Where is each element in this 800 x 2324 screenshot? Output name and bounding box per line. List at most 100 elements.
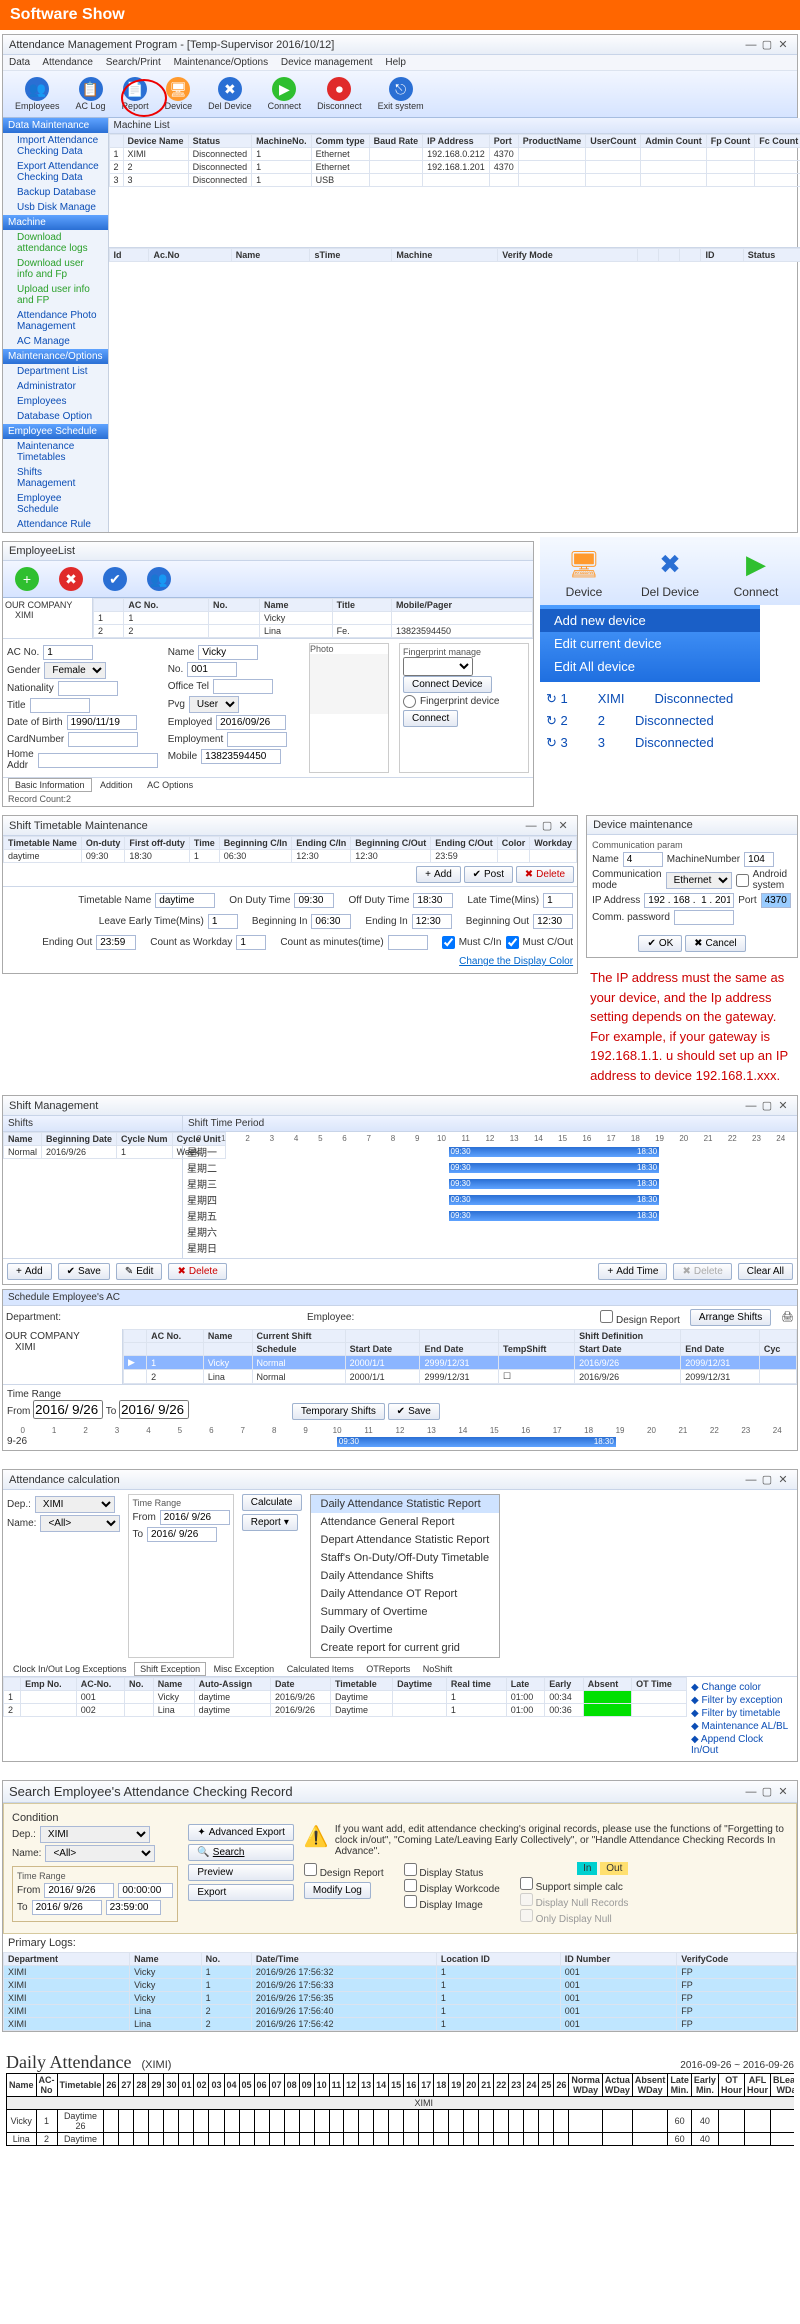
col-header[interactable]: VerifyCode [677,1953,797,1966]
col-header[interactable]: Real time [446,1678,506,1691]
col-header[interactable]: Color [497,837,530,850]
col-header[interactable]: Daytime [393,1678,447,1691]
dm-pw[interactable] [674,910,734,925]
tb-exit-system[interactable]: ⎋Exit system [372,75,430,113]
menu-item[interactable]: Edit current device [540,632,760,655]
col-header[interactable]: Machine [392,249,498,262]
col-header[interactable]: Beginning C/In [219,837,292,850]
search-to-t[interactable] [106,1900,161,1915]
report-item[interactable]: Daily Overtime [311,1621,500,1639]
col-header[interactable]: Date/Time [251,1953,436,1966]
col-header[interactable]: MachineNo. [252,135,312,148]
col-header[interactable]: Name [4,1133,42,1146]
col-header[interactable]: sTime [310,249,392,262]
disp-image[interactable] [404,1895,417,1908]
sched-from[interactable] [33,1400,103,1419]
calc-to[interactable] [147,1527,217,1542]
search-dep[interactable]: XIMI [40,1826,150,1843]
side-item[interactable]: Employees [3,394,108,409]
company[interactable]: OUR COMPANY [5,600,90,610]
mobile-field[interactable] [201,749,281,764]
search-from-d[interactable] [44,1883,114,1898]
export-button[interactable]: Export [188,1884,294,1901]
emp-add[interactable]: + [9,565,45,593]
col-header[interactable]: Cycle Num [117,1133,173,1146]
col-header[interactable]: Id [109,249,149,262]
search-to-d[interactable] [32,1900,102,1915]
table-row[interactable]: 1XIMIDisconnected1Ethernet192.168.0.2124… [109,148,800,161]
table-row[interactable]: 1001Vickydaytime2016/9/26Daytime101:0000… [4,1691,687,1704]
col-header[interactable]: Ending C/In [292,837,351,850]
menu-search[interactable]: Search/Print [106,57,161,68]
col-header[interactable] [680,249,701,262]
branch[interactable]: XIMI [5,610,90,620]
connect-button[interactable]: Connect [403,710,458,727]
col-header[interactable]: No. [208,599,259,612]
side-item[interactable]: Department List [3,364,108,379]
col-header[interactable]: Absent [583,1678,631,1691]
col-header[interactable]: No. [201,1953,251,1966]
col-header[interactable]: ProductName [518,135,586,148]
menu-maint[interactable]: Maintenance/Options [174,57,269,68]
col-header[interactable] [638,249,659,262]
sm-addtime[interactable]: + Add Time [598,1263,667,1280]
office-field[interactable] [213,679,273,694]
col-header[interactable] [4,1678,21,1691]
fp-device-select[interactable] [403,657,473,676]
side-item[interactable]: Shifts Management [3,465,108,491]
col-header[interactable]: Status [188,135,252,148]
tab-addition[interactable]: Addition [94,779,139,791]
side-item[interactable]: Upload user info and FP [3,282,108,308]
report-item[interactable]: Staff's On-Duty/Off-Duty Timetable [311,1549,500,1567]
table-row[interactable]: 22Disconnected1Ethernet192.168.1.2014370 [109,161,800,174]
must-cin[interactable] [442,936,455,949]
close-button[interactable]: ✕ [775,38,791,51]
col-header[interactable]: Emp No. [21,1678,77,1691]
modify-log-button[interactable]: Modify Log [304,1882,371,1899]
report-item[interactable]: Daily Attendance OT Report [311,1585,500,1603]
nat-field[interactable] [58,681,118,696]
report-item[interactable]: Daily Attendance Statistic Report [311,1495,500,1513]
search-button[interactable]: 🔍 Search [188,1844,294,1861]
emp2-field[interactable] [227,732,287,747]
dm-mode[interactable]: Ethernet [666,872,732,889]
table-row[interactable]: daytime09:3018:30106:3012:3012:3023:59 [4,850,577,863]
design-check[interactable] [600,1310,613,1323]
adv-export-button[interactable]: ✦ Advanced Export [188,1824,294,1841]
col-header[interactable]: Beginning Date [42,1133,117,1146]
on-field[interactable] [294,893,334,908]
sm-save[interactable]: ✔ Save [58,1263,110,1280]
side-item[interactable]: Download attendance logs [3,230,108,256]
col-header[interactable]: First off-duty [125,837,190,850]
must-cout[interactable] [506,936,519,949]
dm-name[interactable] [623,852,663,867]
col-header[interactable] [94,599,124,612]
report-button[interactable]: Report ▾ [242,1514,298,1531]
col-header[interactable]: AC No. [124,599,209,612]
col-header[interactable]: Title [332,599,391,612]
table-row[interactable]: 22LinaFe.13823594450 [94,625,533,638]
disp-workcode[interactable] [404,1879,417,1892]
sm-clear[interactable]: Clear All [738,1263,793,1280]
menu-item[interactable]: Edit All device [540,655,760,678]
dm-port[interactable] [761,893,791,908]
sm-edit[interactable]: ✎ Edit [116,1263,163,1280]
col-header[interactable]: No. [125,1678,154,1691]
tab-acopt[interactable]: AC Options [141,779,199,791]
col-header[interactable]: Date [271,1678,331,1691]
col-header[interactable]: Name [259,599,332,612]
link-item[interactable]: ◆ Filter by timetable [691,1707,793,1720]
machine-list-tab[interactable]: Machine List [109,118,800,134]
col-header[interactable]: Mobile/Pager [391,599,532,612]
late-field[interactable] [543,893,573,908]
menu-help[interactable]: Help [385,57,406,68]
bin-field[interactable] [311,914,351,929]
no-field[interactable] [187,662,237,677]
side-item[interactable]: Attendance Rule [3,517,108,532]
table-row[interactable]: XIMIVicky12016/9/26 17:56:331001FP [4,1979,797,1992]
col-header[interactable]: Status [743,249,800,262]
col-header[interactable]: Late [506,1678,545,1691]
print-icon[interactable]: 🖨 [781,1312,794,1323]
side-item[interactable]: Administrator [3,379,108,394]
connect-device-button[interactable]: Connect Device [403,676,492,693]
